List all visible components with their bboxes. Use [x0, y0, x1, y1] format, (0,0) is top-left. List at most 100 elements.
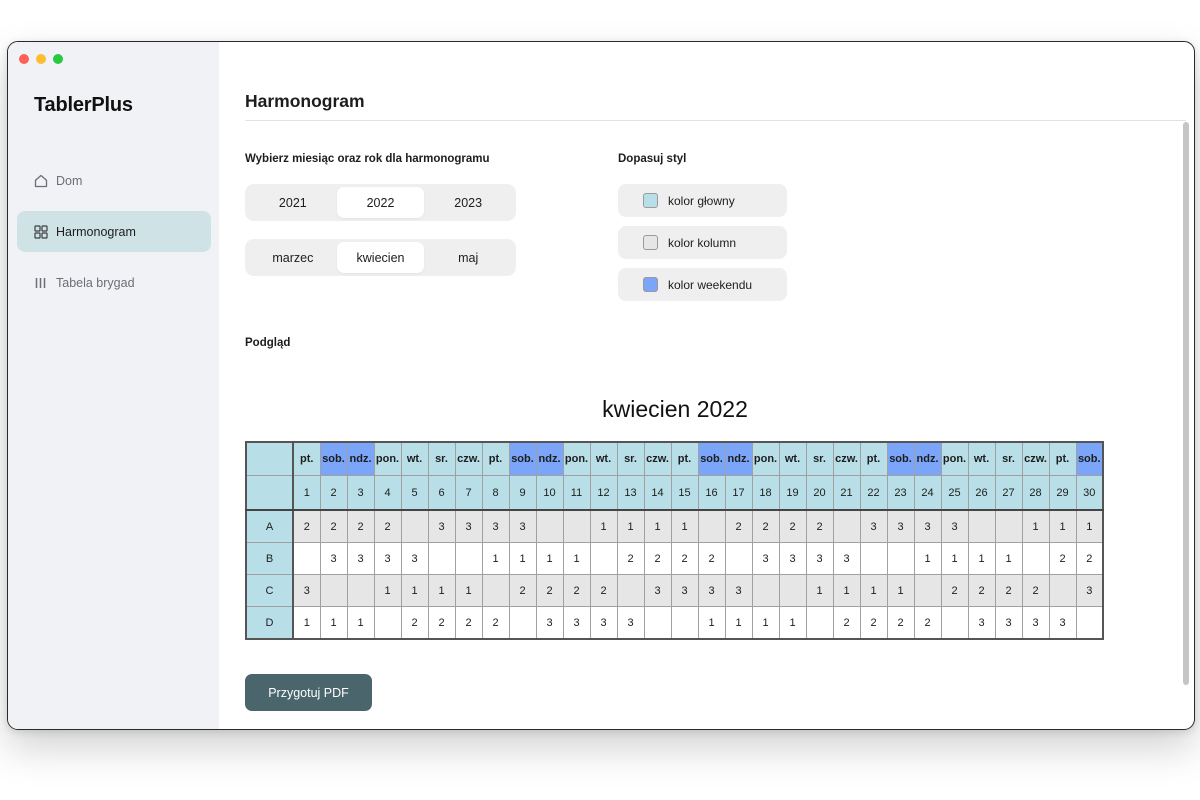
- shift-cell: 3: [697, 574, 726, 607]
- date-header: 19: [778, 475, 807, 511]
- shift-cell: 3: [724, 574, 753, 607]
- shift-cell: [346, 574, 375, 607]
- date-header: 26: [967, 475, 996, 511]
- shift-cell: [427, 542, 456, 575]
- shift-cell: [292, 542, 321, 575]
- brigade-label: A: [245, 509, 294, 543]
- shift-cell: 3: [292, 574, 321, 607]
- date-header: 11: [562, 475, 591, 511]
- shift-cell: 2: [1021, 574, 1050, 607]
- column-color-label: kolor kolumn: [668, 235, 737, 250]
- maximize-window-button[interactable]: [53, 54, 63, 64]
- shift-cell: [373, 606, 402, 640]
- column-color-button[interactable]: kolor kolumn: [618, 226, 787, 259]
- date-header: 24: [913, 475, 942, 511]
- shift-cell: 3: [832, 542, 861, 575]
- shift-cell: [913, 574, 942, 607]
- shift-cell: 2: [589, 574, 618, 607]
- main-color-button[interactable]: kolor głowny: [618, 184, 787, 217]
- shift-cell: 3: [967, 606, 996, 640]
- sidebar-item-dom[interactable]: Dom: [17, 160, 211, 201]
- day-name-header: czw.: [1021, 441, 1050, 476]
- date-header: 16: [697, 475, 726, 511]
- year-option-2021[interactable]: 2021: [249, 187, 337, 218]
- shift-cell: 1: [859, 574, 888, 607]
- shift-cell: 1: [616, 509, 645, 543]
- shift-cell: 1: [643, 509, 672, 543]
- date-header: 13: [616, 475, 645, 511]
- shift-cell: 2: [562, 574, 591, 607]
- close-window-button[interactable]: [19, 54, 29, 64]
- shift-cell: 1: [400, 574, 429, 607]
- year-option-2023[interactable]: 2023: [424, 187, 512, 218]
- shift-cell: 1: [1048, 509, 1077, 543]
- shift-cell: 3: [940, 509, 969, 543]
- shift-cell: 3: [481, 509, 510, 543]
- prepare-pdf-button[interactable]: Przygotuj PDF: [245, 674, 372, 711]
- date-header: 1: [292, 475, 321, 511]
- shift-cell: 2: [859, 606, 888, 640]
- shift-cell: [616, 574, 645, 607]
- shift-cell: [886, 542, 915, 575]
- page-title: Harmonogram: [245, 91, 365, 111]
- shift-cell: 2: [670, 542, 699, 575]
- color-swatch: [643, 193, 658, 208]
- month-option-marzec[interactable]: marzec: [249, 242, 337, 273]
- sidebar-item-label: Harmonogram: [56, 224, 136, 239]
- shift-cell: 2: [346, 509, 375, 543]
- shift-cell: 2: [373, 509, 402, 543]
- shift-cell: [724, 542, 753, 575]
- date-header: 30: [1075, 475, 1104, 511]
- brigade-label: D: [245, 606, 294, 640]
- shift-cell: 3: [670, 574, 699, 607]
- month-option-maj[interactable]: maj: [424, 242, 512, 273]
- date-header: 28: [1021, 475, 1050, 511]
- sidebar-item-harmonogram[interactable]: Harmonogram: [17, 211, 211, 252]
- shift-cell: [832, 509, 861, 543]
- weekend-color-label: kolor weekendu: [668, 277, 753, 292]
- shift-cell: [1048, 574, 1077, 607]
- shift-cell: 3: [778, 542, 807, 575]
- weekend-color-button[interactable]: kolor weekendu: [618, 268, 787, 301]
- shift-cell: 1: [562, 542, 591, 575]
- shift-cell: 3: [1021, 606, 1050, 640]
- shift-cell: [751, 574, 780, 607]
- minimize-window-button[interactable]: [36, 54, 46, 64]
- day-name-header: ndz.: [724, 441, 753, 476]
- day-name-header: wt.: [778, 441, 807, 476]
- day-name-header: czw.: [643, 441, 672, 476]
- day-name-header: sob.: [886, 441, 915, 476]
- shift-cell: 3: [562, 606, 591, 640]
- day-name-header: pt.: [670, 441, 699, 476]
- shift-cell: 2: [751, 509, 780, 543]
- shift-cell: [643, 606, 672, 640]
- brigade-label: B: [245, 542, 294, 575]
- month-option-kwiecien[interactable]: kwiecien: [336, 242, 425, 273]
- shift-cell: [940, 606, 969, 640]
- title-divider: [245, 120, 1186, 121]
- shift-cell: [535, 509, 564, 543]
- shift-cell: 3: [400, 542, 429, 575]
- day-name-header: ndz.: [913, 441, 942, 476]
- shift-cell: 1: [886, 574, 915, 607]
- shift-cell: [994, 509, 1023, 543]
- shift-cell: 2: [292, 509, 321, 543]
- shift-cell: [319, 574, 348, 607]
- shift-cell: 1: [535, 542, 564, 575]
- shift-cell: [859, 542, 888, 575]
- vertical-scrollbar[interactable]: [1183, 122, 1189, 685]
- day-name-header: pt.: [481, 441, 510, 476]
- sidebar-item-tabela-brygad[interactable]: Tabela brygad: [17, 262, 211, 303]
- shift-cell: [454, 542, 483, 575]
- shift-cell: 2: [400, 606, 429, 640]
- shift-cell: 2: [643, 542, 672, 575]
- year-option-2022[interactable]: 2022: [336, 187, 425, 218]
- date-header: 7: [454, 475, 483, 511]
- shift-cell: 3: [346, 542, 375, 575]
- shift-cell: 1: [292, 606, 321, 640]
- sidebar: TablerPlus Dom Harmonogram Tabela brygad: [8, 42, 219, 729]
- shift-cell: [1075, 606, 1104, 640]
- day-name-header: pt.: [1048, 441, 1077, 476]
- shift-cell: 1: [454, 574, 483, 607]
- date-header: 9: [508, 475, 537, 511]
